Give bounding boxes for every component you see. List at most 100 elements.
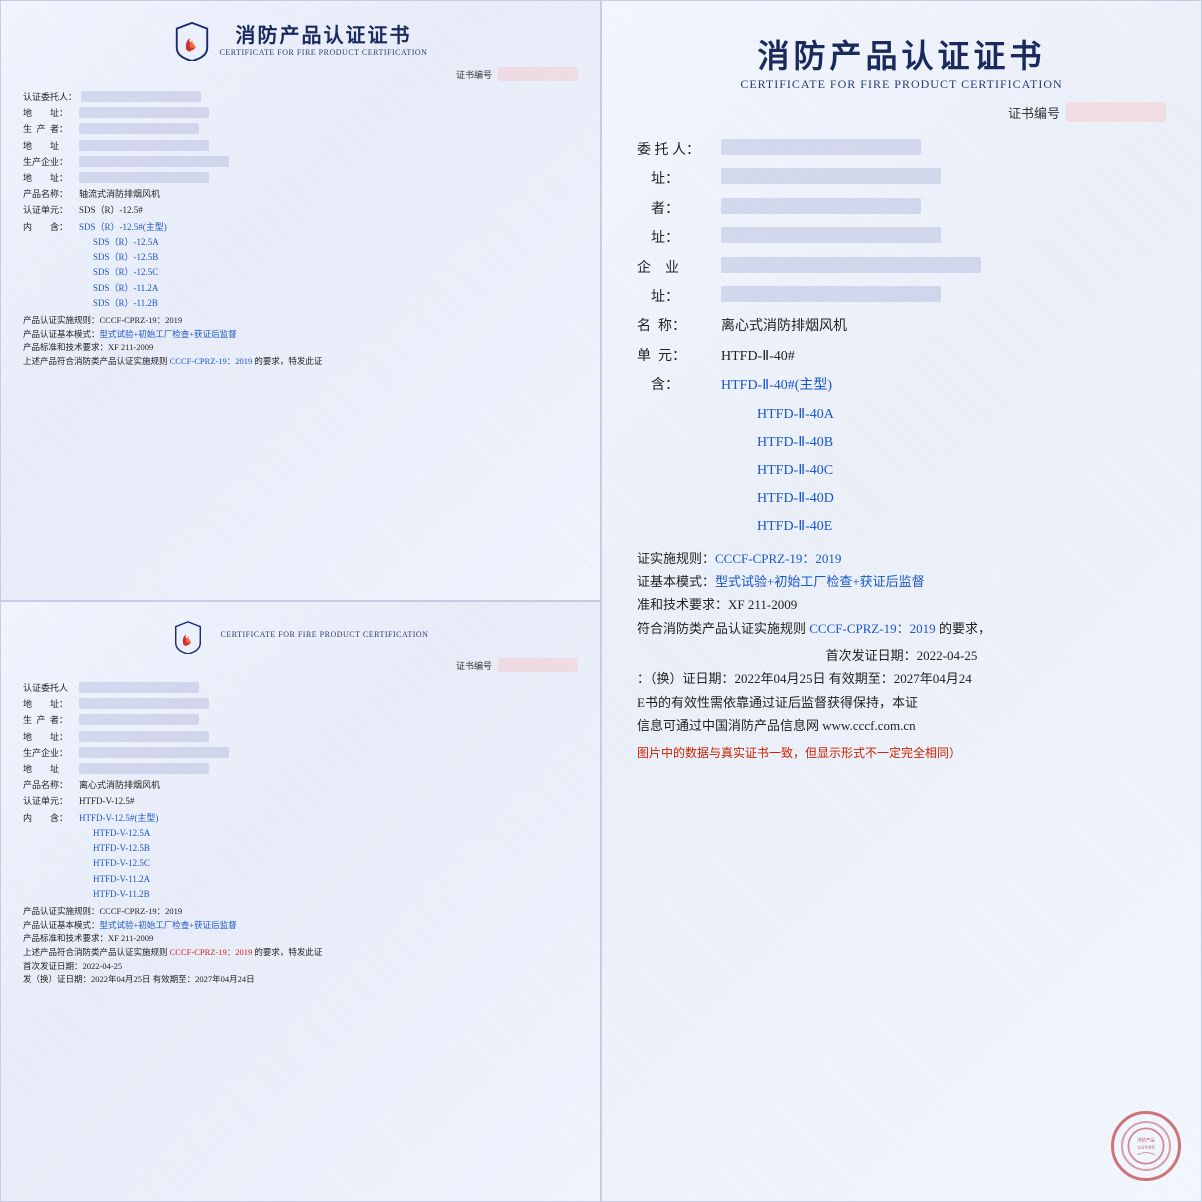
label-addr1: 地 址： bbox=[23, 105, 75, 121]
cert-title-cn-r: 消防产品认证证书 bbox=[637, 31, 1166, 77]
cert-title-en-r: CERTIFICATE FOR FIRE PRODUCT CERTIFICATI… bbox=[637, 77, 1166, 92]
bl-label-unit: 认证单元： bbox=[23, 793, 75, 809]
label-entrust: 认证委托人： bbox=[23, 89, 77, 105]
info-table-tl: 认证委托人： 地 址： 生 产 者： 地 址 生产企业： 地 址： 产品名称： … bbox=[23, 89, 578, 235]
r-label-unit: 单 元： bbox=[637, 342, 717, 371]
bl-value-addr1 bbox=[79, 698, 209, 709]
bl-sub-item-2: HTFD-V-12.5B bbox=[93, 841, 578, 856]
sub-item-1: SDS（R）-12.5A bbox=[93, 235, 578, 250]
cert-title-en-tl: CERTIFICATE FOR FIRE PRODUCT CERTIFICATI… bbox=[220, 48, 428, 57]
value-addr3 bbox=[79, 172, 209, 183]
value-entrust bbox=[81, 91, 201, 102]
bl-sub-item-3: HTFD-V-12.5C bbox=[93, 856, 578, 871]
sub-item-4: SDS（R）-11.2A bbox=[93, 281, 578, 296]
value-addr2 bbox=[79, 140, 209, 151]
cert-number-row-r: 证书编号 bbox=[637, 102, 1166, 122]
sub-items-tl: SDS（R）-12.5A SDS（R）-12.5B SDS（R）-12.5C S… bbox=[23, 235, 578, 311]
bl-label-producer: 生 产 者： bbox=[23, 712, 75, 728]
label-addr2: 地 址 bbox=[23, 138, 75, 154]
cert-title-en-bl: CERTIFICATE FOR FIRE PRODUCT CERTIFICATI… bbox=[221, 630, 429, 639]
r-value-company bbox=[721, 257, 981, 273]
bl-value-entrust bbox=[79, 682, 199, 693]
r-sub-item-3: HTFD-Ⅱ-40C bbox=[757, 457, 1166, 485]
label-contains: 内 含： bbox=[23, 219, 75, 235]
label-producer: 生 产 者： bbox=[23, 121, 75, 137]
bl-value-unit: HTFD-V-12.5# bbox=[79, 793, 134, 809]
cert-number-row-bl: 证书编号 bbox=[23, 658, 578, 672]
r-label-producer: 者： bbox=[637, 195, 717, 224]
value-company bbox=[79, 156, 229, 167]
cert-number-label-r: 证书编号 bbox=[1008, 103, 1060, 122]
sub-items-r: HTFD-Ⅱ-40A HTFD-Ⅱ-40B HTFD-Ⅱ-40C HTFD-Ⅱ-… bbox=[637, 401, 1166, 541]
value-producer bbox=[79, 123, 199, 134]
bl-label-product: 产品名称： bbox=[23, 777, 75, 793]
cert-number-row-tl: 证书编号 bbox=[23, 67, 578, 81]
r-value-entrust bbox=[721, 139, 921, 155]
fire-logo-bl bbox=[173, 620, 203, 654]
label-unit: 认证单元： bbox=[23, 202, 75, 218]
label-product-name: 产品名称： bbox=[23, 186, 75, 202]
svg-text:认证专用章: 认证专用章 bbox=[1137, 1145, 1155, 1150]
certificate-bottom-left: CERTIFICATE FOR FIRE PRODUCT CERTIFICATI… bbox=[0, 601, 601, 1202]
cert-header-tl: 消防产品认证证书 CERTIFICATE FOR FIRE PRODUCT CE… bbox=[23, 19, 578, 63]
value-unit: SDS（R）-12.5# bbox=[79, 202, 143, 218]
r-validity-note: E书的有效性需依靠通过证后监督获得保持，本证 bbox=[637, 691, 1166, 714]
r-label-contains: 含： bbox=[637, 371, 717, 400]
bl-value-contains-main: HTFD-V-12.5#(主型) bbox=[79, 810, 158, 826]
label-company: 生产企业： bbox=[23, 154, 75, 170]
r-sub-item-2: HTFD-Ⅱ-40B bbox=[757, 429, 1166, 457]
svg-text:消防产品: 消防产品 bbox=[1137, 1137, 1155, 1144]
certificate-right: 消防产品认证证书 CERTIFICATE FOR FIRE PRODUCT CE… bbox=[601, 0, 1202, 1202]
cert-number-value-tl bbox=[498, 67, 578, 81]
bl-label-entrust: 认证委托人 bbox=[23, 680, 75, 696]
r-value-product: 离心式消防排烟风机 bbox=[721, 312, 847, 341]
r-label-addr2: 址： bbox=[637, 224, 717, 253]
cert-number-value-bl bbox=[498, 658, 578, 672]
r-value-addr1 bbox=[721, 168, 941, 184]
info-table-bl: 认证委托人 地 址： 生 产 者： 地 址： 生产企业： 地 址 产品名称： 离… bbox=[23, 680, 578, 826]
r-label-company: 企 业 bbox=[637, 254, 717, 283]
bl-label-addr3: 地 址 bbox=[23, 761, 75, 777]
cert-title-cn-tl: 消防产品认证证书 bbox=[220, 19, 428, 48]
bl-sub-item-1: HTFD-V-12.5A bbox=[93, 826, 578, 841]
r-red-note: 图片中的数据与真实证书一致，但显示形式不一定完全相同） bbox=[637, 744, 1166, 761]
certification-stamp: 消防产品 认证专用章 bbox=[1111, 1111, 1181, 1181]
bl-value-company bbox=[79, 747, 229, 758]
sub-item-2: SDS（R）-12.5B bbox=[93, 250, 578, 265]
r-sub-item-5: HTFD-Ⅱ-40E bbox=[757, 513, 1166, 541]
bl-sub-item-4: HTFD-V-11.2A bbox=[93, 872, 578, 887]
r-sub-item-4: HTFD-Ⅱ-40D bbox=[757, 485, 1166, 513]
sub-item-3: SDS（R）-12.5C bbox=[93, 265, 578, 280]
cert-number-value-r bbox=[1066, 102, 1166, 122]
bl-first-issue: 首次发证日期：2022-04-25 bbox=[23, 960, 578, 974]
bl-value-addr3 bbox=[79, 763, 209, 774]
bl-value-addr2 bbox=[79, 731, 209, 742]
bl-label-contains: 内 含： bbox=[23, 810, 75, 826]
bl-sub-item-5: HTFD-V-11.2B bbox=[93, 887, 578, 902]
r-sub-item-1: HTFD-Ⅱ-40A bbox=[757, 401, 1166, 429]
cert-rules-r: 证实施规则：CCCF-CPRZ-19：2019 证基本模式：型式试验+初始工厂检… bbox=[637, 547, 1166, 738]
r-label-product: 名 称： bbox=[637, 312, 717, 341]
cert-number-label-bl: 证书编号 bbox=[456, 659, 492, 672]
r-value-contains-main: HTFD-Ⅱ-40#(主型) bbox=[721, 371, 832, 400]
certificate-top-left: 消防产品认证证书 CERTIFICATE FOR FIRE PRODUCT CE… bbox=[0, 0, 601, 601]
cert-rules-tl: 产品认证实施规则：CCCF-CPRZ-19：2019 产品认证基本模式：型式试验… bbox=[23, 314, 578, 368]
r-label-addr3: 址： bbox=[637, 283, 717, 312]
label-addr3: 地 址： bbox=[23, 170, 75, 186]
bl-renewal: 发（换）证日期：2022年04月25日 有效期至：2027年04月24日 bbox=[23, 973, 578, 987]
r-label-entrust: 委 托 人： bbox=[637, 136, 717, 165]
r-info-url: 信息可通过中国消防产品信息网 www.cccf.com.cn bbox=[637, 714, 1166, 737]
cert-rules-bl: 产品认证实施规则：CCCF-CPRZ-19：2019 产品认证基本模式：型式试验… bbox=[23, 905, 578, 987]
r-label-addr1: 址： bbox=[637, 165, 717, 194]
bl-label-company: 生产企业： bbox=[23, 745, 75, 761]
sub-item-5: SDS（R）-11.2B bbox=[93, 296, 578, 311]
r-value-addr2 bbox=[721, 227, 941, 243]
value-addr1 bbox=[79, 107, 209, 118]
r-renewal: ：（换）证日期：2022年04月25日 有效期至：2027年04月24 bbox=[637, 667, 1166, 690]
cert-number-label-tl: 证书编号 bbox=[456, 68, 492, 81]
r-first-issue: 首次发证日期：2022-04-25 bbox=[637, 644, 1166, 667]
fire-logo-tl bbox=[174, 21, 210, 61]
r-value-producer bbox=[721, 198, 921, 214]
bl-label-addr2: 地 址： bbox=[23, 729, 75, 745]
bl-label-addr1: 地 址： bbox=[23, 696, 75, 712]
